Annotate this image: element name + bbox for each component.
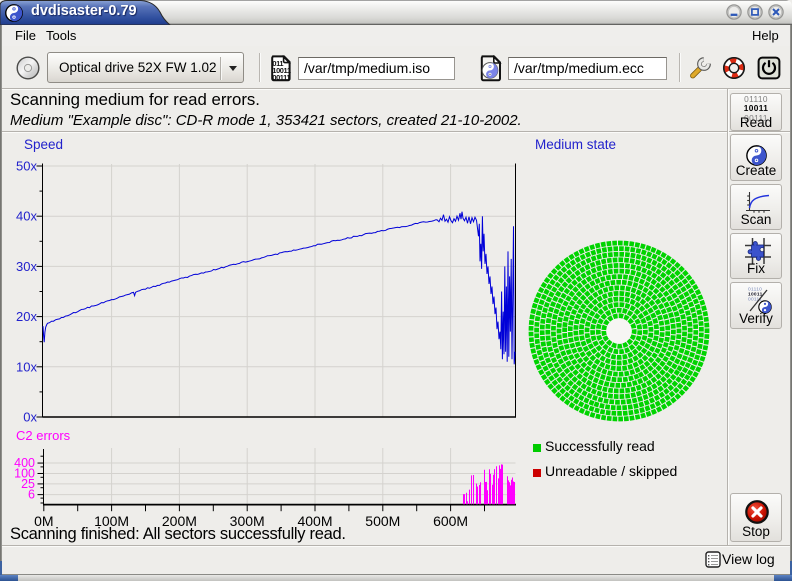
svg-text:30x: 30x <box>16 259 37 274</box>
svg-text:0x: 0x <box>23 410 37 425</box>
svg-text:00111: 00111 <box>272 73 290 82</box>
svg-text:600M: 600M <box>433 513 468 529</box>
svg-text:10x: 10x <box>16 359 37 374</box>
svg-text:500M: 500M <box>365 513 400 529</box>
svg-text:20x: 20x <box>16 309 37 324</box>
svg-text:50x: 50x <box>16 159 37 174</box>
svg-text:6: 6 <box>28 488 35 502</box>
svg-text:40x: 40x <box>16 209 37 224</box>
